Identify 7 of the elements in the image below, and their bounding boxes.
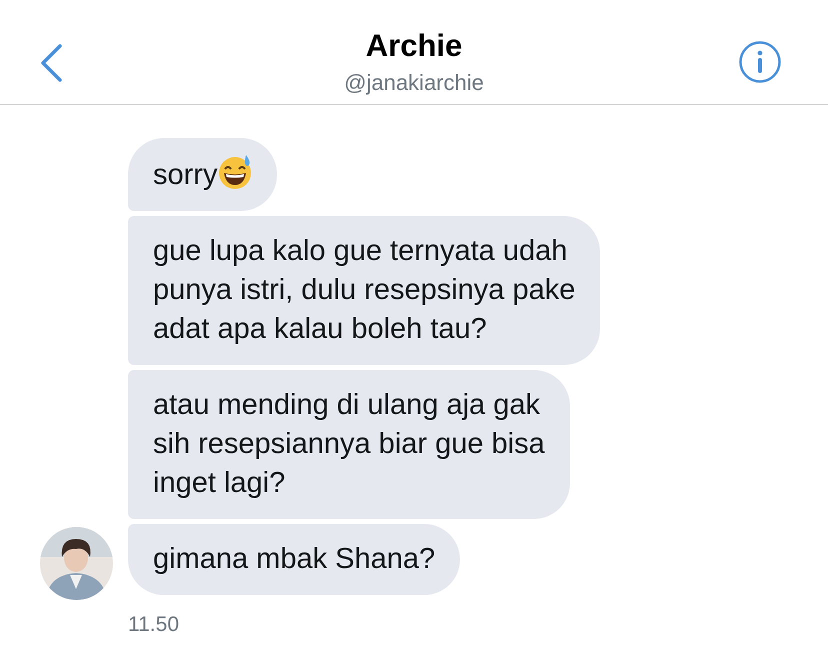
username: @janakiarchie: [344, 70, 484, 95]
message-bubble: gimana mbak Shana?: [128, 524, 460, 595]
timestamp: 11.50: [128, 613, 179, 636]
message-bubble: sorry: [128, 138, 278, 211]
message-bubble: atau mending di ulang aja gak sih resepsiannya biar gue bisa inget lagi?: [128, 370, 570, 519]
message-bubble: gue lupa kalo gue ternyata udah punya istri, dulu resepsinya pake adat apa kalau boleh tau?: [128, 216, 600, 365]
conversation-title: Archie: [366, 28, 462, 63]
